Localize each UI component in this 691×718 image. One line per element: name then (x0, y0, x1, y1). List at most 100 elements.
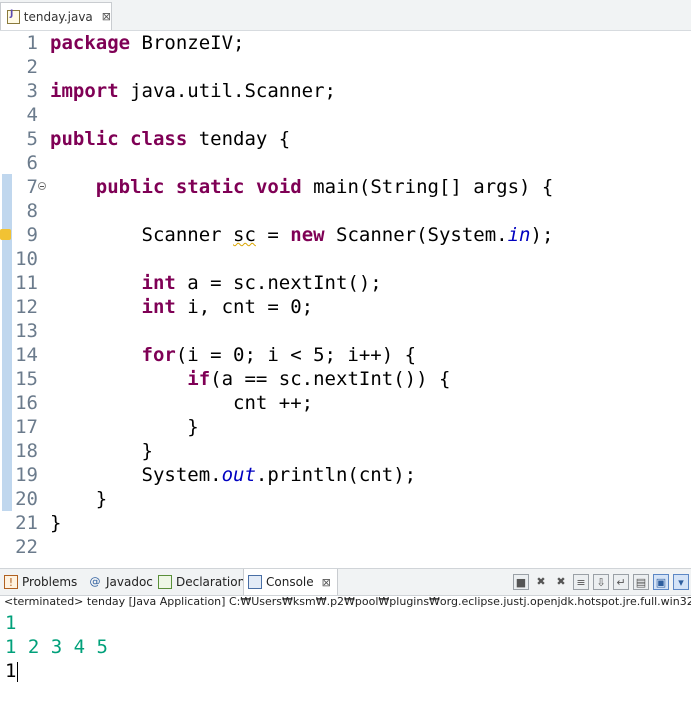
line-number: 22 (15, 536, 38, 558)
code-text: package BronzeIV; (50, 31, 244, 55)
code-text: public static void main(String[] args) { (50, 175, 554, 199)
javadoc-icon: @ (89, 575, 101, 588)
code-line[interactable]: 19 System.out.println(cnt); (0, 463, 691, 487)
code-line[interactable]: 3 import java.util.Scanner; (0, 79, 691, 103)
code-token: i, cnt = 0; (175, 296, 314, 318)
code-line[interactable]: 10 (0, 247, 691, 271)
console-output[interactable]: 1 1 2 3 4 5 1 (0, 610, 691, 718)
field-token: in (507, 224, 531, 246)
console-toolbar: ■ ✖ ✖ ≡ ⇩ ↵ ▤ ▣ ▾ (513, 574, 689, 590)
code-line[interactable]: 15 if(a == sc.nextInt()) { (0, 367, 691, 391)
code-line[interactable]: 2 (0, 55, 691, 79)
code-line[interactable]: 21} (0, 511, 691, 535)
close-icon[interactable]: ⊠ (102, 10, 111, 23)
fold-collapse-icon[interactable] (38, 182, 46, 190)
editor-tab-tenday[interactable]: tenday.java ⊠ (0, 2, 112, 30)
code-text: for(i = 0; i < 5; i++) { (50, 343, 417, 367)
line-number: 19 (15, 464, 38, 486)
tab-problems[interactable]: ! Problems (4, 569, 77, 595)
code-line[interactable]: 18 } (0, 439, 691, 463)
code-line[interactable]: 12 int i, cnt = 0; (0, 295, 691, 319)
declaration-icon (158, 575, 172, 589)
keyword-token: for (141, 344, 176, 366)
code-token: Scanner (50, 224, 234, 246)
keyword-token: int (141, 296, 176, 318)
tab-javadoc-label: Javadoc (106, 575, 153, 589)
code-line[interactable]: 9 Scanner sc = new Scanner(System.in); (0, 223, 691, 247)
open-console-icon[interactable]: ▾ (673, 574, 689, 590)
text-caret (17, 661, 19, 682)
show-on-output-icon[interactable]: ▤ (633, 574, 649, 590)
code-token: } (50, 440, 153, 462)
line-number: 11 (15, 272, 38, 294)
line-number: 17 (15, 416, 38, 438)
keyword-token: static (175, 176, 245, 198)
line-number: 21 (15, 512, 38, 534)
line-number: 15 (15, 368, 38, 390)
code-line[interactable]: 13 (0, 319, 691, 343)
problems-icon: ! (4, 575, 18, 589)
warning-marker-icon[interactable] (0, 229, 11, 240)
scroll-lock-icon[interactable]: ⇩ (593, 574, 609, 590)
code-text: if(a == sc.nextInt()) { (50, 367, 450, 391)
code-token: (a == sc.nextInt()) { (210, 368, 451, 390)
code-text: cnt ++; (50, 391, 313, 415)
code-token: Scanner(System. (324, 224, 508, 246)
keyword-token: void (255, 176, 302, 198)
word-wrap-icon[interactable]: ↵ (613, 574, 629, 590)
code-text: int i, cnt = 0; (50, 295, 314, 319)
tab-console-label: Console (266, 575, 314, 589)
close-icon[interactable]: ⊠ (322, 576, 331, 589)
code-line[interactable]: 4 (0, 103, 691, 127)
line-number: 7 (26, 176, 38, 198)
code-line[interactable]: 8 (0, 199, 691, 223)
code-token: System. (50, 464, 222, 486)
code-text: import java.util.Scanner; (50, 79, 336, 103)
tab-declaration[interactable]: Declaration (158, 569, 245, 595)
code-line[interactable]: 20 } (0, 487, 691, 511)
code-line[interactable]: 14 for(i = 0; i < 5; i++) { (0, 343, 691, 367)
code-line[interactable]: 1 package BronzeIV; (0, 31, 691, 55)
line-number: 5 (26, 128, 38, 150)
code-text: public class tenday { (50, 127, 290, 151)
code-line[interactable]: 11 int a = sc.nextInt(); (0, 271, 691, 295)
line-number: 3 (26, 80, 38, 102)
code-line[interactable]: 6 (0, 151, 691, 175)
code-text: } (50, 439, 153, 463)
code-text: } (50, 511, 61, 535)
java-file-icon (7, 9, 20, 24)
remove-launch-icon[interactable]: ✖ (533, 574, 549, 590)
code-line[interactable]: 5 public class tenday { (0, 127, 691, 151)
code-editor[interactable]: 1 package BronzeIV; 2 3 import java.util.Sca… (0, 31, 691, 561)
code-token: main(String[] args) { (301, 176, 554, 198)
remove-all-launches-icon[interactable]: ✖ (553, 574, 569, 590)
console-input-text: 1 (5, 660, 17, 682)
tab-javadoc[interactable]: @ Javadoc (88, 569, 153, 595)
editor-tab-bar: tenday.java ⊠ (0, 0, 691, 31)
terminate-icon[interactable]: ■ (513, 574, 529, 590)
line-number: 4 (26, 104, 38, 126)
clear-console-icon[interactable]: ≡ (573, 574, 589, 590)
code-line[interactable]: 22 (0, 535, 691, 559)
code-token: .println(cnt); (255, 464, 417, 486)
code-line[interactable]: 17 } (0, 415, 691, 439)
line-number: 6 (26, 152, 38, 174)
code-token: = (255, 224, 291, 246)
tab-declaration-label: Declaration (176, 575, 246, 589)
tab-console[interactable]: Console ⊠ (243, 569, 338, 595)
code-line[interactable]: 16 cnt ++; (0, 391, 691, 415)
console-line: 1 2 3 4 5 (5, 636, 108, 658)
line-number: 14 (15, 344, 38, 366)
code-token: a = sc.nextInt(); (175, 272, 382, 294)
code-token: } (50, 488, 108, 510)
line-number: 18 (15, 440, 38, 462)
pin-console-icon[interactable]: ▣ (653, 574, 669, 590)
code-line[interactable]: 7 public static void main(String[] args)… (0, 175, 691, 199)
code-token: cnt ++; (50, 392, 314, 414)
console-line: 1 (5, 612, 17, 634)
